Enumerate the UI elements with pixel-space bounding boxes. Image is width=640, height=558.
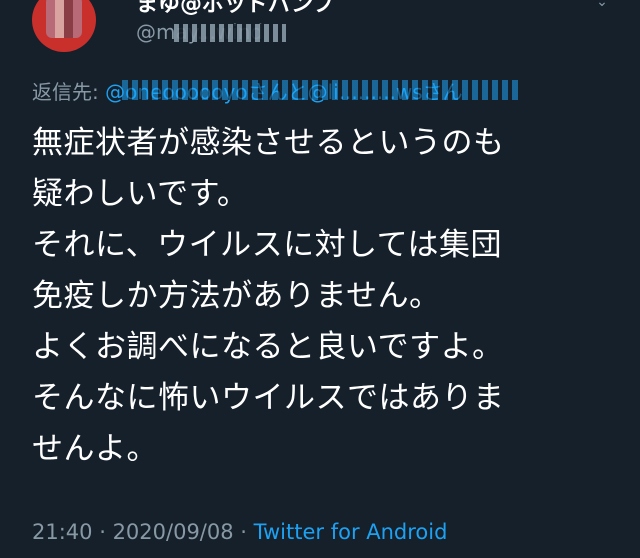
avatar[interactable] [32, 0, 96, 52]
meta-separator: · [92, 520, 113, 544]
handle-redaction [174, 24, 286, 42]
tweet-header: まゆ@ポッドパンプ @may...wind ⌄ [0, 0, 640, 70]
tweet-text-line: 疑わしいです。 [32, 176, 249, 212]
tweet-text-line: そんなに怖いウイルスではありま [32, 380, 505, 416]
tweet-text: 無症状者が感染させるというのも 疑わしいです。 それに、ウイルスに対しては集団 … [32, 118, 622, 475]
meta-separator: · [233, 520, 254, 544]
chevron-down-icon[interactable]: ⌄ [594, 0, 610, 10]
tweet-text-line: それに、ウイルスに対しては集団 [32, 227, 503, 263]
avatar-image [46, 0, 82, 38]
tweet-time[interactable]: 21:40 [32, 520, 93, 544]
tweet-text-line: よくお調べになると良いですよ。 [32, 329, 504, 365]
author-display-name[interactable]: まゆ@ポッドパンプ [136, 0, 334, 18]
tweet-detail: まゆ@ポッドパンプ @may...wind ⌄ 返信先: @oneoooooyo… [0, 0, 640, 558]
tweet-text-line: 免疫しか方法がありません。 [32, 278, 441, 314]
tweet-text-line: 無症状者が感染させるというのも [32, 125, 505, 161]
tweet-text-line: せんよ。 [32, 431, 158, 467]
tweet-meta: 21:40 · 2020/09/08 · Twitter for Android [32, 516, 447, 548]
tweet-date[interactable]: 2020/09/08 [113, 520, 234, 544]
reply-redaction [122, 80, 522, 100]
reply-to-label: 返信先: [32, 80, 106, 104]
tweet-client-link[interactable]: Twitter for Android [254, 520, 448, 544]
